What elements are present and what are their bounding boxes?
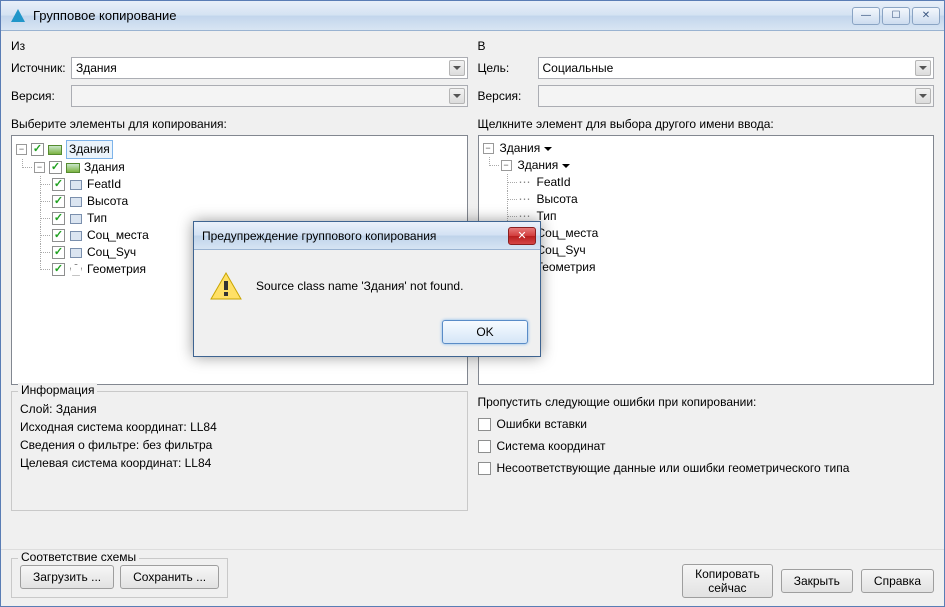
version-label-right: Версия: xyxy=(478,89,538,103)
load-button[interactable]: Загрузить ... xyxy=(20,565,114,589)
info-dst-cs: Целевая система координат: LL84 xyxy=(20,456,459,470)
copy-now-button[interactable]: Копировать сейчас xyxy=(682,564,773,598)
info-filter: Сведения о фильтре: без фильтра xyxy=(20,438,459,452)
skip-geom-errors[interactable]: Несоответствующие данные или ошибки геом… xyxy=(478,461,935,475)
tree-field-label[interactable]: FeatId xyxy=(87,176,121,193)
version-combo-left xyxy=(71,85,468,107)
chevron-down-icon xyxy=(449,88,465,104)
tree-field-label[interactable]: Соц_места xyxy=(87,227,149,244)
tree-field-label[interactable]: Соц_Syч xyxy=(87,244,136,261)
tree-layer-label[interactable]: Здания xyxy=(518,157,571,174)
checkbox[interactable] xyxy=(52,212,65,225)
tree-field-label[interactable]: Тип xyxy=(87,210,107,227)
version-label-left: Версия: xyxy=(11,89,71,103)
field-icon xyxy=(69,178,83,192)
target-label: Цель: xyxy=(478,61,538,75)
right-tree-label: Щелкните элемент для выбора другого имен… xyxy=(478,117,935,131)
dialog-titlebar[interactable]: Предупреждение группового копирования ✕ xyxy=(194,222,540,250)
layer-icon xyxy=(48,143,62,157)
main-window: Групповое копирование — ☐ ✕ Из Источник:… xyxy=(0,0,945,607)
minimize-button[interactable]: — xyxy=(852,7,880,25)
tree-root-label[interactable]: Здания xyxy=(500,140,553,157)
tree-field-label[interactable]: Высота xyxy=(537,191,578,208)
close-dialog-button[interactable]: Закрыть xyxy=(781,569,853,593)
checkbox[interactable] xyxy=(52,178,65,191)
checkbox[interactable] xyxy=(52,246,65,259)
source-combo[interactable]: Здания xyxy=(71,57,468,79)
tree-root-label[interactable]: Здания xyxy=(66,140,113,159)
dialog-title: Предупреждение группового копирования xyxy=(202,229,508,243)
layer-icon xyxy=(66,161,80,175)
version-combo-right xyxy=(538,85,935,107)
expander-icon[interactable]: − xyxy=(501,160,512,171)
to-header: В xyxy=(478,37,935,57)
expander-icon[interactable]: − xyxy=(483,143,494,154)
footer: Соответствие схемы Загрузить ... Сохрани… xyxy=(1,549,944,606)
target-combo[interactable]: Социальные xyxy=(538,57,935,79)
chevron-down-icon[interactable] xyxy=(449,60,465,76)
schema-mapping-box: Соответствие схемы Загрузить ... Сохрани… xyxy=(11,558,228,598)
checkbox[interactable] xyxy=(49,161,62,174)
info-layer: Слой: Здания xyxy=(20,402,459,416)
tree-layer-label[interactable]: Здания xyxy=(84,159,125,176)
warning-dialog: Предупреждение группового копирования ✕ … xyxy=(193,221,541,357)
close-button[interactable]: ✕ xyxy=(912,7,940,25)
from-header: Из xyxy=(11,37,468,57)
field-icon xyxy=(69,195,83,209)
target-tree[interactable]: − Здания − Здания ⋯F xyxy=(478,135,935,385)
expander-icon[interactable]: − xyxy=(16,144,27,155)
left-tree-label: Выберите элементы для копирования: xyxy=(11,117,468,131)
tree-field-label[interactable]: FeatId xyxy=(537,174,571,191)
checkbox[interactable] xyxy=(52,195,65,208)
titlebar[interactable]: Групповое копирование — ☐ ✕ xyxy=(1,1,944,31)
dialog-ok-button[interactable]: OK xyxy=(442,320,528,344)
skip-title: Пропустить следующие ошибки при копирова… xyxy=(478,395,935,409)
geometry-icon xyxy=(69,263,83,277)
window-title: Групповое копирование xyxy=(33,8,852,23)
tree-field-label[interactable]: Геометрия xyxy=(537,259,596,276)
maximize-button[interactable]: ☐ xyxy=(882,7,910,25)
tree-field-label[interactable]: Соц_места xyxy=(537,225,599,242)
skip-insert-errors[interactable]: Ошибки вставки xyxy=(478,417,935,431)
info-box: Информация Слой: Здания Исходная система… xyxy=(11,391,468,511)
info-title: Информация xyxy=(18,383,97,397)
save-button[interactable]: Сохранить ... xyxy=(120,565,219,589)
tree-field-label[interactable]: Геометрия xyxy=(87,261,146,278)
chevron-down-icon[interactable] xyxy=(915,60,931,76)
field-icon xyxy=(69,212,83,226)
warning-icon xyxy=(210,272,242,300)
dialog-close-button[interactable]: ✕ xyxy=(508,227,536,245)
tree-field-label[interactable]: Соц_Syч xyxy=(537,242,586,259)
expander-icon[interactable]: − xyxy=(34,162,45,173)
checkbox[interactable] xyxy=(31,143,44,156)
checkbox[interactable] xyxy=(52,263,65,276)
field-icon xyxy=(69,246,83,260)
schema-title: Соответствие схемы xyxy=(18,550,139,564)
to-panel: В Цель: Социальные Версия: Щелкните элем… xyxy=(478,37,935,511)
skip-coord-system[interactable]: Система координат xyxy=(478,439,935,453)
source-value: Здания xyxy=(76,61,117,75)
dialog-message: Source class name 'Здания' not found. xyxy=(256,279,463,293)
info-src-cs: Исходная система координат: LL84 xyxy=(20,420,459,434)
skip-errors-box: Пропустить следующие ошибки при копирова… xyxy=(478,391,935,511)
checkbox[interactable] xyxy=(52,229,65,242)
source-label: Источник: xyxy=(11,61,71,75)
chevron-down-icon xyxy=(915,88,931,104)
target-value: Социальные xyxy=(543,61,614,75)
help-button[interactable]: Справка xyxy=(861,569,934,593)
field-icon xyxy=(69,229,83,243)
app-icon xyxy=(9,7,27,25)
tree-field-label[interactable]: Высота xyxy=(87,193,128,210)
